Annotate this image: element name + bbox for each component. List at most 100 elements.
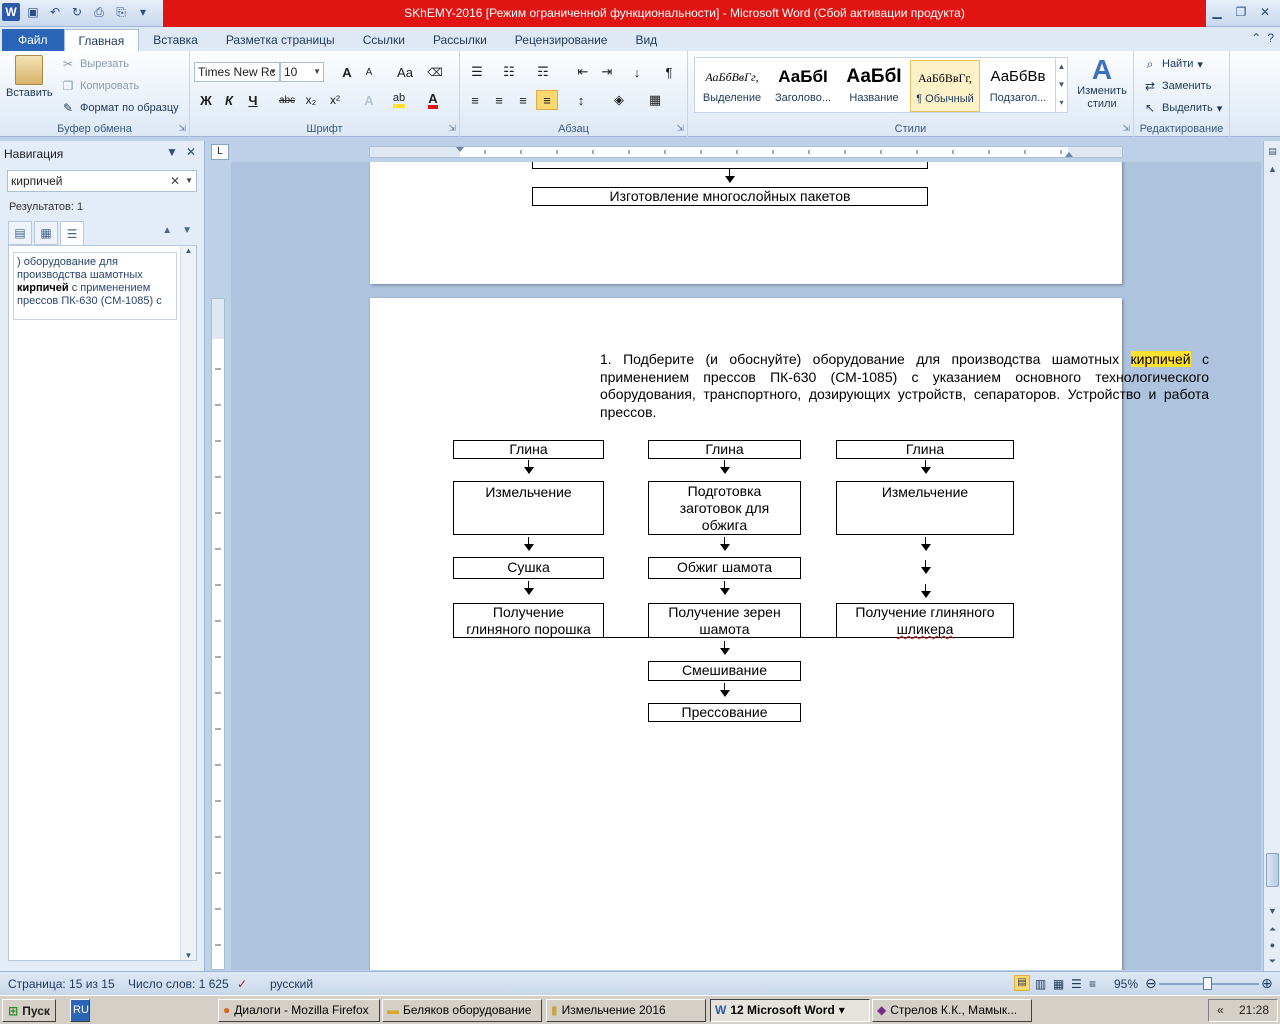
- clear-search-icon[interactable]: ✕: [170, 171, 180, 191]
- grow-font-button[interactable]: A: [336, 62, 358, 82]
- style-emphasis[interactable]: АаБбВвГг, Выделение: [697, 60, 767, 112]
- next-page-icon[interactable]: ⏷: [1265, 953, 1280, 969]
- save-icon[interactable]: ▣: [24, 3, 42, 21]
- tab-mailings[interactable]: Рассылки: [419, 29, 501, 51]
- cut-button[interactable]: ✂ Вырезать: [60, 56, 129, 72]
- font-size-combo[interactable]: 10 ▼: [280, 62, 324, 82]
- tab-insert[interactable]: Вставка: [139, 29, 212, 51]
- nav-results-tab[interactable]: ☰: [60, 221, 84, 245]
- subscript-button[interactable]: x₂: [300, 90, 322, 110]
- help-icon[interactable]: ?: [1267, 31, 1274, 45]
- tab-references[interactable]: Ссылки: [349, 29, 419, 51]
- show-marks-button[interactable]: ¶: [658, 62, 680, 82]
- outline-view-icon[interactable]: ☰: [1071, 977, 1082, 991]
- style-title[interactable]: АаБбI Название: [839, 60, 909, 112]
- scroll-thumb[interactable]: [1266, 853, 1279, 887]
- prev-page-icon[interactable]: ⏶: [1265, 921, 1280, 937]
- text-effects-icon[interactable]: A: [358, 90, 380, 110]
- prev-result-icon[interactable]: ▲: [162, 225, 172, 236]
- font-name-combo[interactable]: Times New Rc ▼: [194, 62, 280, 82]
- print-layout-view-icon[interactable]: ▤: [1014, 975, 1030, 991]
- customize-qat-icon[interactable]: ▾: [134, 3, 152, 21]
- results-scrollbar[interactable]: ▲ ▼: [180, 246, 196, 960]
- page-indicator[interactable]: Страница: 15 из 15: [8, 977, 115, 991]
- tab-file[interactable]: Файл: [2, 29, 64, 51]
- page-14[interactable]: Изготовление многослойных пакетов: [370, 162, 1122, 284]
- close-icon[interactable]: ✕: [1254, 2, 1276, 22]
- minimize-icon[interactable]: ▁: [1206, 2, 1228, 22]
- web-layout-icon[interactable]: ▦: [1053, 977, 1064, 991]
- style-normal[interactable]: АаБбВвГг, ¶ Обычный: [910, 60, 980, 112]
- highlight-icon[interactable]: ab: [388, 90, 410, 110]
- nav-headings-tab[interactable]: ▤: [8, 221, 32, 245]
- word-count[interactable]: Число слов: 1 625: [128, 977, 229, 991]
- decrease-indent-icon[interactable]: ⇤: [572, 62, 594, 82]
- nav-pages-tab[interactable]: ▦: [34, 221, 58, 245]
- sort-icon[interactable]: ↓: [626, 62, 648, 82]
- search-result-item[interactable]: ) оборудование для производства шамотных…: [13, 252, 177, 320]
- font-color-button[interactable]: A: [422, 90, 444, 110]
- borders-icon[interactable]: ▦: [644, 90, 666, 110]
- document-scrollbar[interactable]: ▤ ▲ ▼ ⏶ ● ⏷: [1263, 141, 1280, 971]
- minimize-ribbon-icon[interactable]: ⌃: [1251, 31, 1261, 45]
- style-subtitle[interactable]: АаБбВв Подзагол...: [983, 60, 1053, 112]
- taskbar-item-viewer[interactable]: ◆ Стрелов К.К., Мамык...: [872, 999, 1032, 1022]
- language-indicator[interactable]: русский: [270, 977, 313, 991]
- paste-button[interactable]: Вставить: [6, 55, 53, 99]
- language-bar[interactable]: RU: [70, 999, 90, 1022]
- align-right-icon[interactable]: ≡: [512, 90, 534, 110]
- page-15[interactable]: 1. Подберите (и обоснуйте) оборудование …: [370, 298, 1209, 970]
- clock[interactable]: 21:28: [1239, 1003, 1269, 1017]
- taskbar-item-word[interactable]: W 12 Microsoft Word ▾: [710, 999, 870, 1022]
- replace-button[interactable]: ⇄ Заменить: [1142, 78, 1211, 94]
- zoom-out-icon[interactable]: ⊖: [1145, 975, 1157, 992]
- underline-button[interactable]: Ч: [242, 90, 264, 110]
- font-launcher-icon[interactable]: ⇲: [448, 123, 456, 134]
- document-area[interactable]: Изготовление многослойных пакетов 1. Под…: [231, 162, 1261, 970]
- pane-close-icon[interactable]: ✕: [186, 145, 196, 159]
- tab-stop-selector[interactable]: L: [211, 144, 229, 160]
- bold-button[interactable]: Ж: [195, 90, 217, 110]
- zoom-in-icon[interactable]: ⊕: [1261, 975, 1273, 992]
- start-button[interactable]: ⊞ Пуск: [2, 999, 56, 1022]
- align-center-icon[interactable]: ≡: [488, 90, 510, 110]
- ruler-toggle-icon[interactable]: ▤: [1265, 143, 1280, 159]
- change-case-button[interactable]: Aa: [392, 62, 418, 82]
- select-button[interactable]: ↖ Выделить ▾: [1142, 100, 1222, 116]
- paragraph-launcher-icon[interactable]: ⇲: [676, 123, 684, 134]
- chevron-down-icon[interactable]: ▼: [185, 171, 193, 191]
- proofing-icon[interactable]: ✓: [237, 977, 247, 991]
- change-styles-button[interactable]: A Изменить стили: [1072, 55, 1132, 111]
- scroll-down-icon[interactable]: ▼: [1265, 903, 1280, 919]
- draft-view-icon[interactable]: ≡: [1089, 977, 1096, 991]
- clear-format-icon[interactable]: ⌫: [424, 62, 446, 82]
- find-button[interactable]: ⌕ Найти ▾: [1142, 56, 1203, 72]
- numbering-icon[interactable]: ☷: [498, 62, 520, 82]
- navigation-search-input[interactable]: кирпичей ✕ ▼: [7, 170, 197, 192]
- scroll-up-icon[interactable]: ▲: [1265, 161, 1280, 177]
- scroll-down-icon[interactable]: ▼: [181, 951, 196, 960]
- align-left-icon[interactable]: ≡: [464, 90, 486, 110]
- tab-review[interactable]: Рецензирование: [501, 29, 622, 51]
- horizontal-ruler[interactable]: [369, 146, 1123, 158]
- increase-indent-icon[interactable]: ⇥: [596, 62, 618, 82]
- taskbar-item-document[interactable]: ▮ Измельчение 2016: [546, 999, 706, 1022]
- reading-view-icon[interactable]: ▥: [1035, 977, 1046, 991]
- vertical-ruler[interactable]: [211, 298, 225, 970]
- pane-menu-icon[interactable]: ▼: [166, 145, 178, 159]
- format-painter-button[interactable]: ✎ Формат по образцу: [60, 100, 179, 116]
- justify-icon[interactable]: ≡: [536, 90, 558, 110]
- style-heading1[interactable]: АаБбI Заголово...: [768, 60, 838, 112]
- strikethrough-button[interactable]: abc: [276, 90, 298, 110]
- tab-home[interactable]: Главная: [63, 29, 140, 51]
- taskbar-item-folder[interactable]: ▬ Беляков оборудование: [382, 999, 542, 1022]
- print-preview-icon[interactable]: ⎙: [90, 3, 108, 21]
- taskbar-item-firefox[interactable]: ● Диалоги - Mozilla Firefox: [218, 999, 380, 1022]
- styles-scroll[interactable]: ▲ ▼ ▾: [1055, 58, 1067, 112]
- clipboard-launcher-icon[interactable]: ⇲: [178, 123, 186, 134]
- next-result-icon[interactable]: ▼: [182, 225, 192, 236]
- scroll-up-icon[interactable]: ▲: [181, 246, 196, 255]
- shrink-font-button[interactable]: A: [358, 62, 380, 82]
- superscript-button[interactable]: x²: [324, 90, 346, 110]
- line-spacing-icon[interactable]: ↕: [570, 90, 592, 110]
